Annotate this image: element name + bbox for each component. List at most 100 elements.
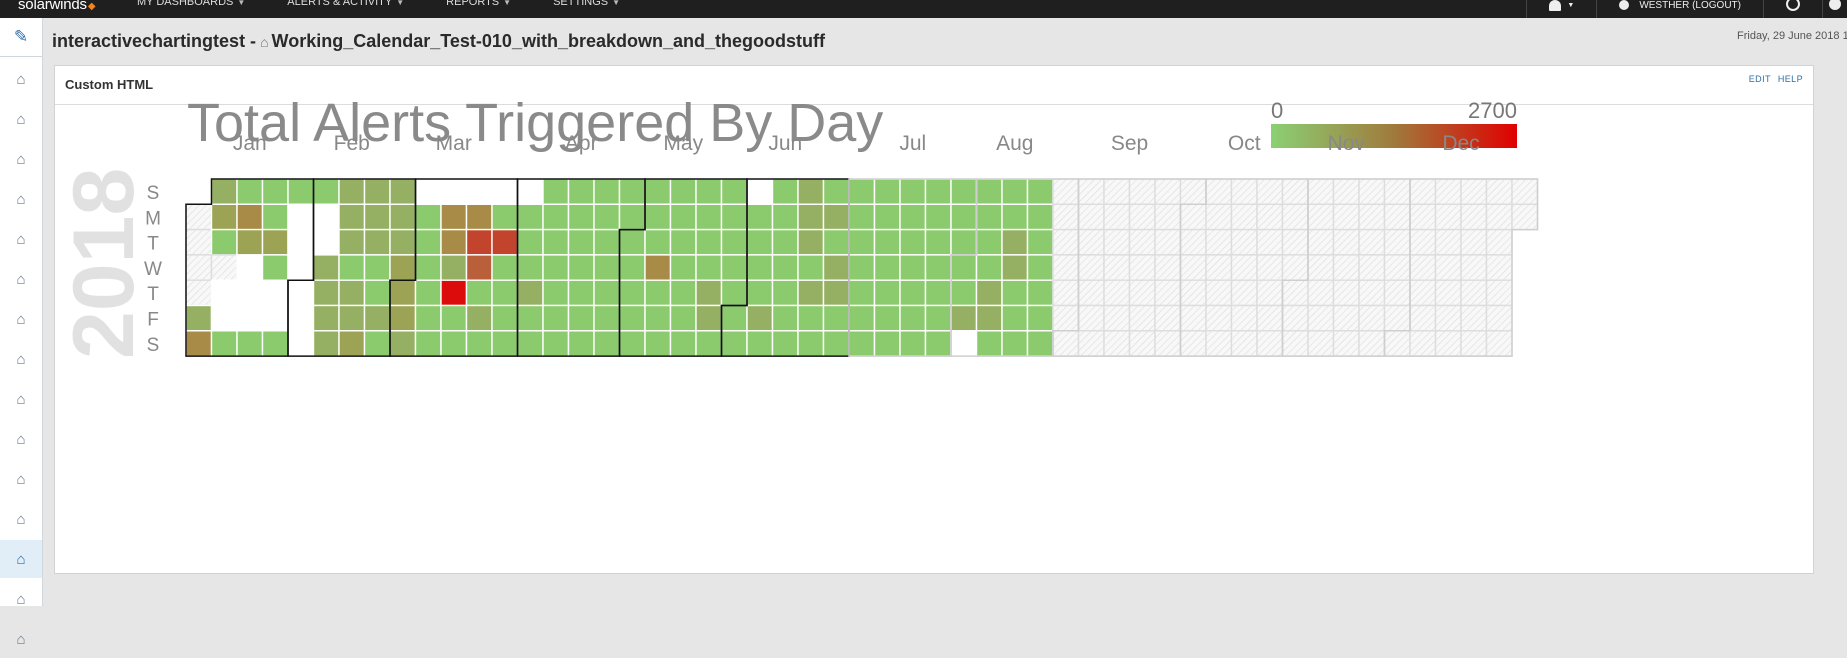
day-cell — [746, 254, 774, 281]
month-label: Nov — [1328, 132, 1366, 155]
day-cell — [567, 254, 595, 281]
day-cell — [669, 330, 697, 357]
nav-my-dashboards[interactable]: MY DASHBOARDS ▼ — [137, 0, 245, 8]
user-menu[interactable]: WESTHER (LOGOUT) — [1597, 0, 1763, 18]
sidebar-dashboard-item[interactable]: ⌂ — [0, 500, 42, 538]
day-cell — [236, 330, 264, 357]
day-cell — [1358, 330, 1386, 357]
day-cell — [414, 228, 442, 256]
day-cell — [618, 178, 646, 205]
nav-settings[interactable]: SETTINGS ▼ — [553, 0, 620, 8]
day-cell — [1256, 304, 1284, 332]
day-cell — [236, 178, 264, 205]
day-cell — [363, 279, 391, 307]
day-cell — [771, 304, 799, 332]
day-cell — [1052, 228, 1080, 256]
sidebar-dashboard-item[interactable]: ⌂ — [0, 140, 42, 178]
day-cell — [1307, 228, 1335, 256]
day-cell — [1001, 178, 1029, 205]
page-title: interactivechartingtest - ⌂ Working_Calend… — [52, 31, 825, 51]
sidebar-dashboard-item[interactable]: ⌂ — [0, 260, 42, 298]
day-cell — [1179, 228, 1207, 256]
day-cell — [1281, 254, 1309, 281]
day-cell — [1230, 279, 1258, 307]
day-cell — [1205, 304, 1233, 332]
day-cell — [873, 228, 901, 256]
day-cell — [1179, 330, 1207, 357]
day-cell — [924, 178, 952, 205]
sidebar-dashboard-item[interactable]: ⌂ — [0, 220, 42, 258]
day-cell — [644, 203, 672, 231]
weekday-label: S — [147, 335, 160, 356]
day-cell — [644, 228, 672, 256]
solarwinds-logo[interactable]: solarwinds◆ — [18, 0, 96, 13]
month-label: Sep — [1111, 132, 1148, 155]
sidebar-dashboard-item[interactable]: ⌂ — [0, 300, 42, 338]
day-cell — [618, 304, 646, 332]
day-cell — [1230, 203, 1258, 231]
help-button[interactable] — [1823, 0, 1847, 18]
day-cell — [1230, 178, 1258, 205]
day-cell — [950, 228, 978, 256]
day-cell — [1511, 178, 1539, 205]
edit-dashboard-button[interactable]: ✎ — [0, 18, 42, 56]
home-icon: ⌂ — [16, 350, 26, 368]
day-cell — [440, 178, 468, 205]
day-cell — [389, 304, 417, 332]
sidebar-dashboard-item[interactable]: ⌂ — [0, 180, 42, 218]
day-cell — [287, 254, 315, 281]
pencil-icon: ✎ — [13, 27, 29, 46]
sidebar-dashboard-item[interactable]: ⌂ — [0, 420, 42, 458]
day-cell — [1205, 178, 1233, 205]
day-cell — [1077, 228, 1105, 256]
day-cell — [695, 304, 723, 332]
sidebar-dashboard-item[interactable]: ⌂ — [0, 340, 42, 378]
day-cell — [1460, 279, 1488, 307]
day-cell — [1434, 228, 1462, 256]
home-icon: ⌂ — [16, 510, 26, 528]
day-cell — [465, 304, 493, 332]
day-cell — [746, 330, 774, 357]
day-cell — [1205, 279, 1233, 307]
sidebar-dashboard-item[interactable]: ⌂ — [0, 460, 42, 498]
nav-reports[interactable]: REPORTS ▼ — [446, 0, 511, 8]
year-label: 2018 — [56, 168, 152, 359]
day-cell — [975, 203, 1003, 231]
day-cell — [236, 254, 264, 281]
day-cell — [848, 228, 876, 256]
day-cell — [899, 304, 927, 332]
day-cell — [312, 279, 340, 307]
day-cell — [644, 254, 672, 281]
sidebar-dashboard-item[interactable]: ⌂ — [0, 620, 42, 658]
month-label: Mar — [436, 132, 472, 155]
day-cell — [1077, 178, 1105, 205]
day-cell — [1128, 228, 1156, 256]
day-cell — [593, 228, 621, 256]
sidebar-dashboard-item[interactable]: ⌂ — [0, 380, 42, 418]
day-cell — [746, 279, 774, 307]
day-cell — [1434, 304, 1462, 332]
nav-alerts-activity[interactable]: ALERTS & ACTIVITY ▼ — [287, 0, 404, 8]
day-cell — [1154, 330, 1182, 357]
day-cell — [618, 254, 646, 281]
day-cell — [338, 330, 366, 357]
day-cell — [261, 178, 289, 205]
day-cell — [644, 279, 672, 307]
day-cell — [1307, 203, 1335, 231]
sidebar-dashboard-item[interactable]: ⌂ — [0, 540, 42, 578]
day-cell — [1052, 254, 1080, 281]
day-cell — [899, 203, 927, 231]
day-cell — [287, 178, 315, 205]
search-button[interactable] — [1764, 0, 1822, 18]
day-cell — [720, 330, 748, 357]
day-cell — [1205, 228, 1233, 256]
day-cell — [1128, 203, 1156, 231]
sidebar-dashboard-item[interactable]: ⌂ — [0, 60, 42, 98]
day-cell — [1128, 304, 1156, 332]
sidebar-dashboard-item[interactable]: ⌂ — [0, 100, 42, 138]
sidebar-dashboard-item[interactable]: ⌂ — [0, 580, 42, 618]
day-cell — [822, 279, 850, 307]
day-cell — [720, 304, 748, 332]
notifications-button[interactable]: ▼ — [1527, 0, 1596, 18]
day-cell — [669, 304, 697, 332]
